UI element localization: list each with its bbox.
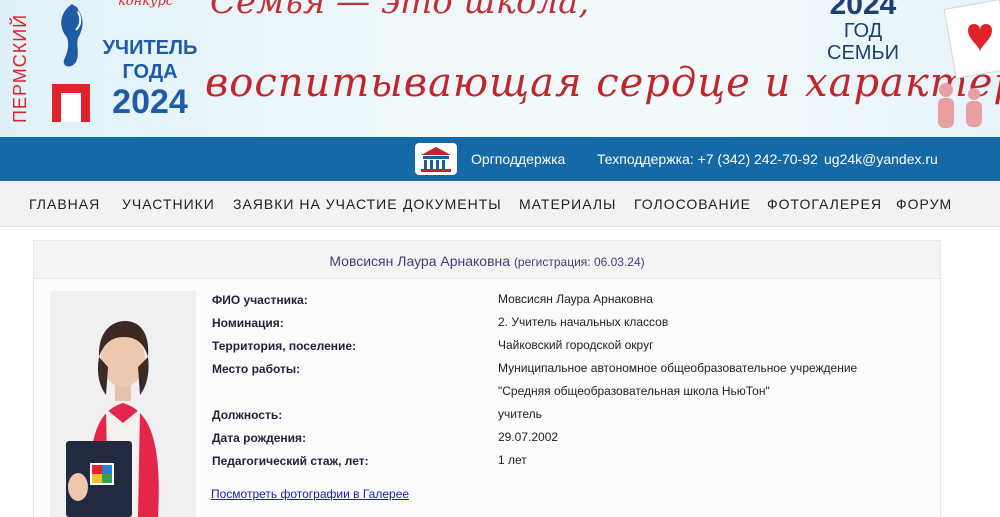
participant-name-heading: Мовсисян Лаура Арнаковна bbox=[329, 253, 511, 269]
year-badge-caption: ГОД СЕМЬИ bbox=[827, 20, 899, 64]
logo-script-text: конкурс bbox=[118, 0, 174, 9]
nav-item-applications[interactable]: ЗАЯВКИ НА УЧАСТИЕ bbox=[233, 196, 398, 212]
field-label-position: Должность: bbox=[212, 408, 283, 422]
field-value-workplace: Муниципальное автономное общеобразовател… bbox=[498, 361, 858, 398]
field-label-nomination: Номинация: bbox=[212, 316, 284, 330]
field-value-full-name: Мовсисян Лаура Арнаковна bbox=[498, 292, 653, 306]
nav-item-photo-gallery[interactable]: ФОТОГАЛЕРЕЯ bbox=[767, 196, 882, 212]
year-of-family-badge: 2024 ГОД СЕМЬИ bbox=[808, 0, 918, 64]
nav-item-home[interactable]: ГЛАВНАЯ bbox=[29, 196, 100, 212]
logo-line1: УЧИТЕЛЬ bbox=[102, 37, 198, 59]
field-label-birth-date: Дата рождения: bbox=[212, 431, 307, 445]
field-label-full-name: ФИО участника: bbox=[212, 293, 308, 307]
heart-calendar-decoration-icon bbox=[938, 0, 1000, 128]
logo-line2: ГОДА bbox=[122, 61, 178, 83]
support-bar: Оргподдержка Техподдержка: +7 (342) 242-… bbox=[0, 137, 1000, 181]
field-value-experience: 1 лет bbox=[498, 453, 527, 467]
field-value-position: учитель bbox=[498, 407, 542, 421]
nav-item-participants[interactable]: УЧАСТНИКИ bbox=[122, 196, 215, 212]
banner-vertical-text: ПЕРМСКИЙ bbox=[10, 13, 30, 124]
banner-slogan: воспитывающая сердце и характер bbox=[205, 60, 1000, 106]
contest-logo: УЧИТЕЛЬ ГОДА 2024 bbox=[102, 36, 198, 120]
participant-heading: Мовсисян Лаура Арнаковна (регистрация: 0… bbox=[34, 241, 940, 279]
logo-year: 2024 bbox=[112, 83, 188, 121]
field-label-territory: Территория, поселение: bbox=[212, 339, 357, 353]
participant-portrait-icon bbox=[50, 291, 196, 517]
support-email-link[interactable]: ug24k@yandex.ru bbox=[824, 151, 938, 167]
view-gallery-link[interactable]: Посмотреть фотографии в Галерее bbox=[211, 487, 409, 501]
field-value-birth-date: 29.07.2002 bbox=[498, 430, 559, 444]
field-value-nomination: 2. Учитель начальных классов bbox=[498, 315, 669, 329]
tech-support-phone[interactable]: Техподдержка: +7 (342) 242-70-92 bbox=[597, 151, 818, 167]
teacher-figure-logo-icon bbox=[61, 4, 83, 67]
nav-item-documents[interactable]: ДОКУМЕНТЫ bbox=[403, 196, 502, 212]
nav-item-voting[interactable]: ГОЛОСОВАНИЕ bbox=[634, 196, 751, 212]
field-value-territory: Чайковский городской округ bbox=[498, 338, 654, 352]
field-label-workplace: Место работы: bbox=[212, 362, 301, 376]
nav-item-forum[interactable]: ФОРУМ bbox=[896, 196, 952, 212]
participant-photo bbox=[50, 291, 196, 517]
year-badge-number: 2024 bbox=[829, 0, 897, 21]
participant-card: Мовсисян Лаура Арнаковна (регистрация: 0… bbox=[33, 240, 941, 517]
header-banner: ПЕРМСКИЙ конкурс УЧИТЕЛЬ ГОДА 2024 Семья… bbox=[0, 0, 1000, 137]
main-navigation: ГЛАВНАЯ УЧАСТНИКИ ЗАЯВКИ НА УЧАСТИЕ ДОКУ… bbox=[0, 181, 1000, 227]
field-label-experience: Педагогический стаж, лет: bbox=[212, 454, 369, 468]
banner-slogan-top: Семья — это школа, bbox=[210, 0, 590, 22]
org-support-link[interactable]: Оргподдержка bbox=[471, 151, 565, 167]
ministry-emblem-icon bbox=[415, 143, 457, 175]
letter-p-logo-icon bbox=[52, 84, 90, 122]
nav-item-materials[interactable]: МАТЕРИАЛЫ bbox=[519, 196, 616, 212]
registration-date: (регистрация: 06.03.24) bbox=[513, 255, 645, 269]
